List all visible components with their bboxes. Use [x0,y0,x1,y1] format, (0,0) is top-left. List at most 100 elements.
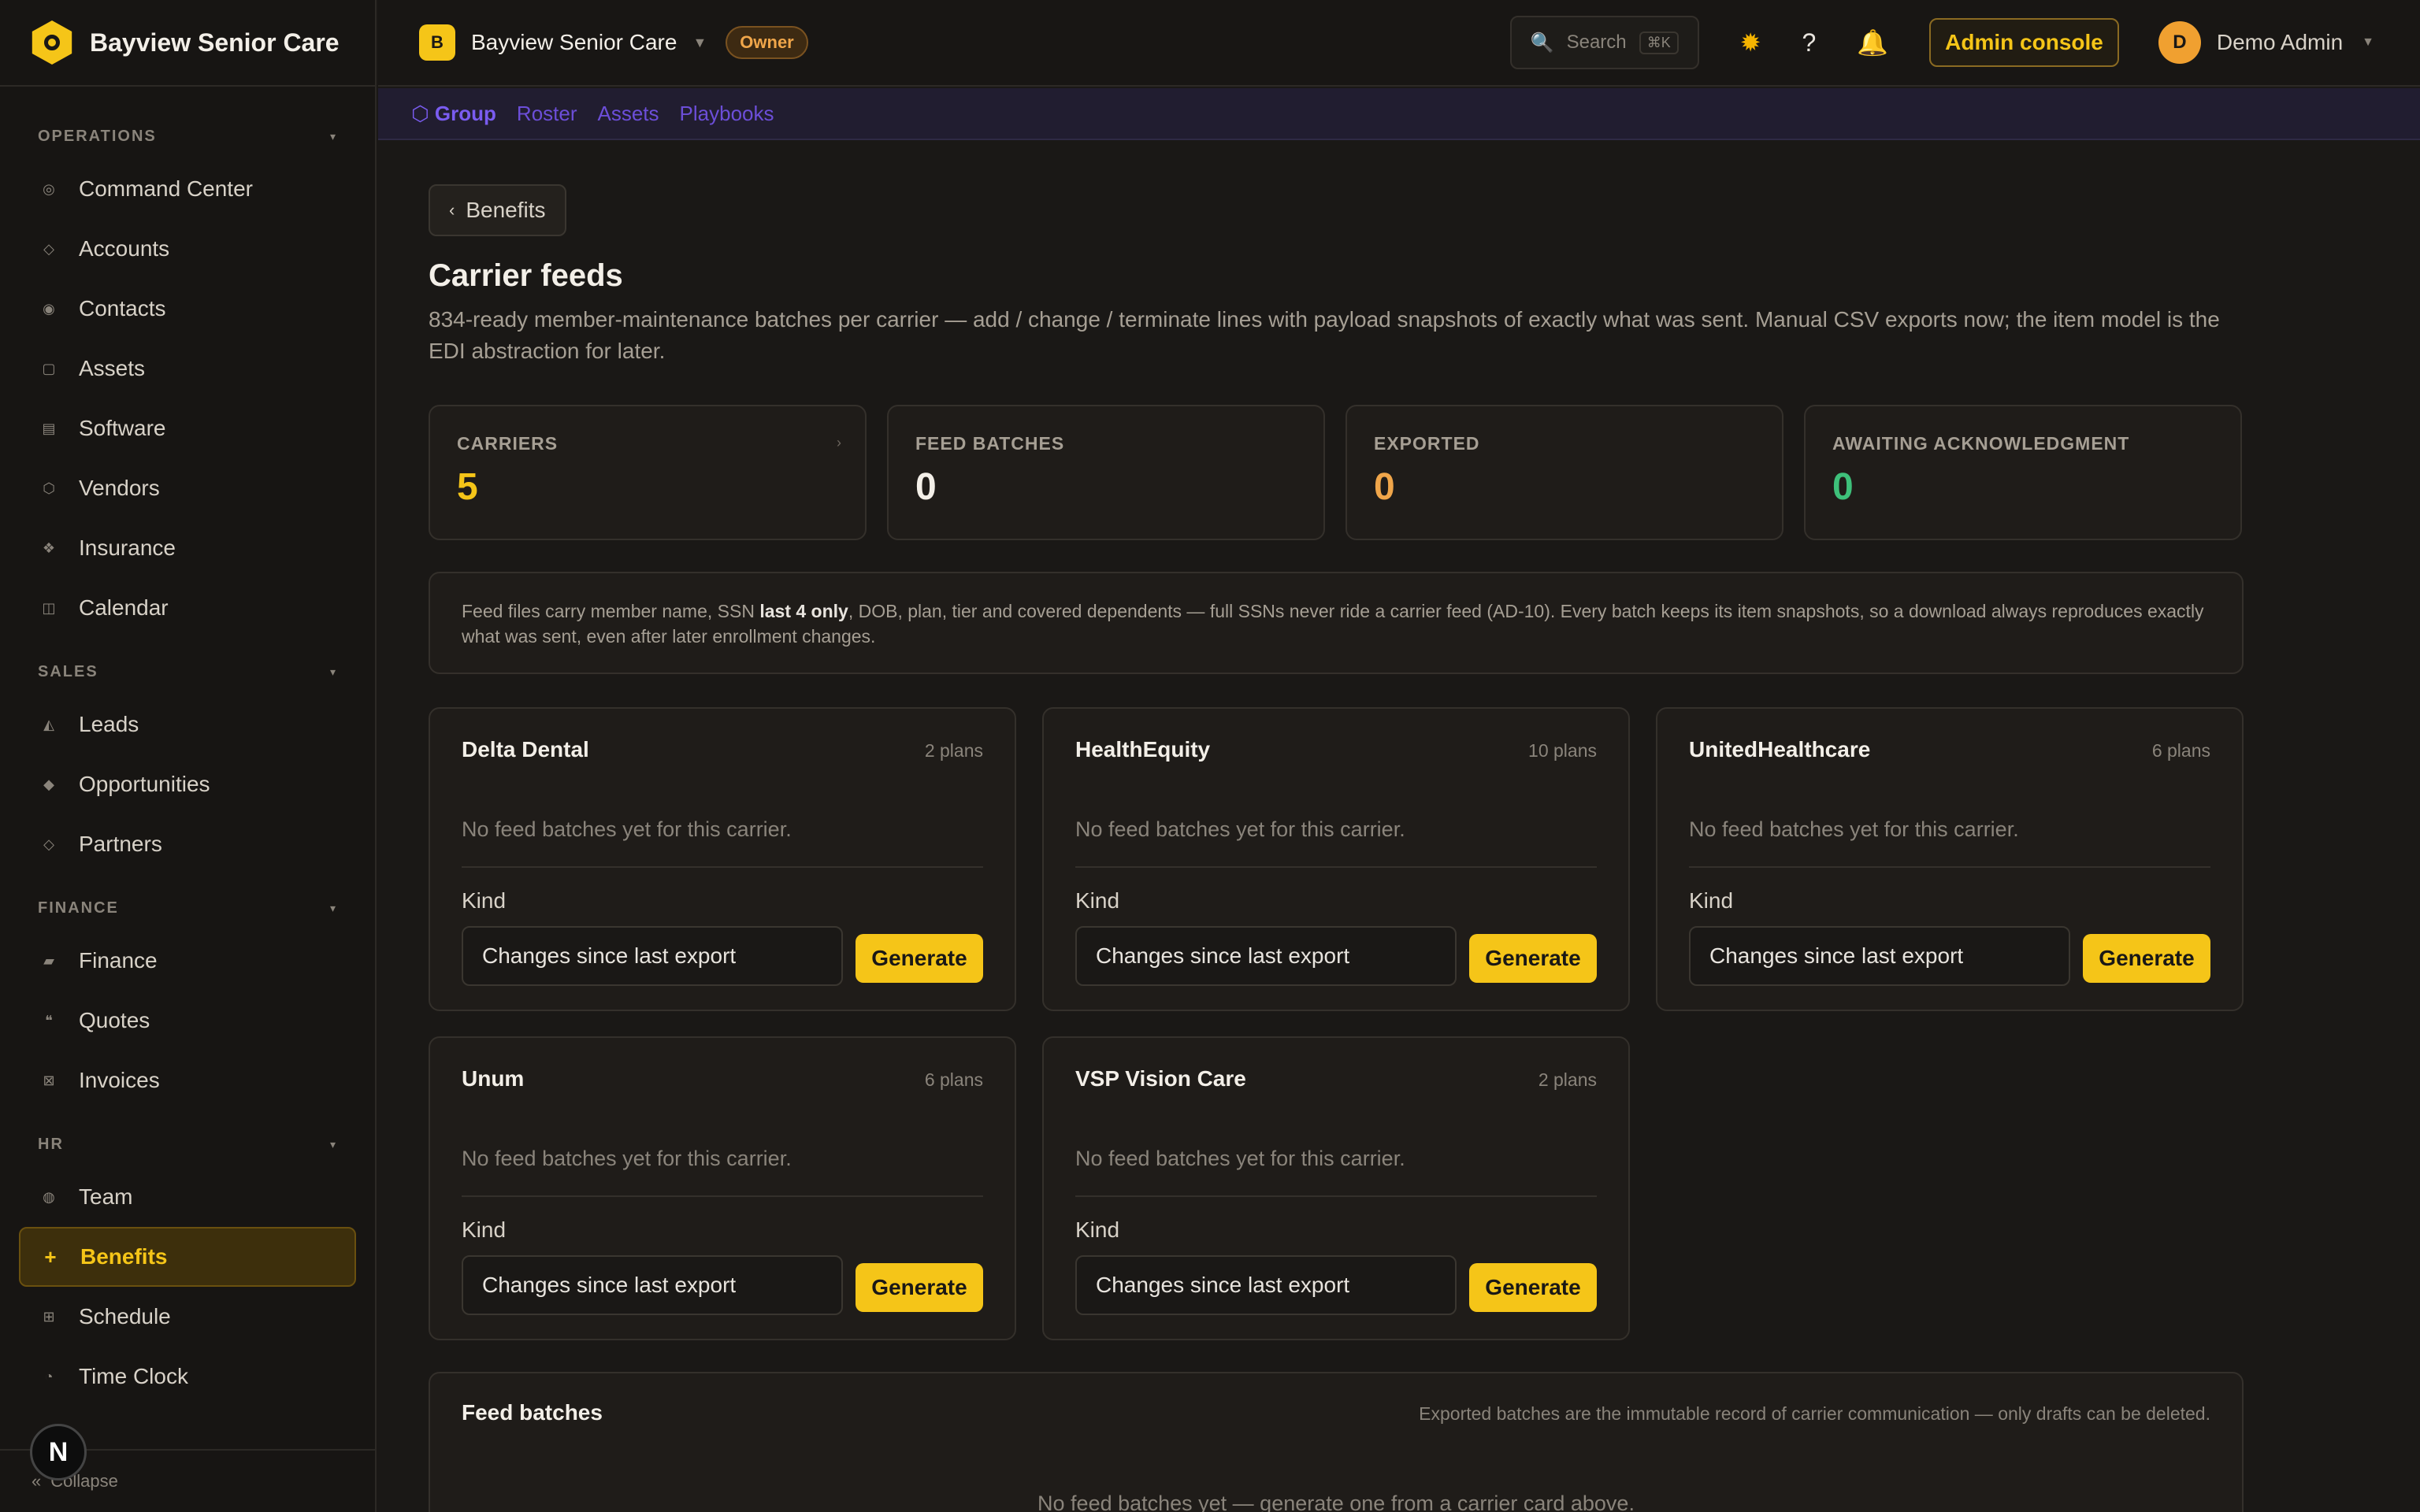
carrier-name: UnitedHealthcare [1689,737,1871,762]
sidebar-item-partners[interactable]: ◇ Partners [19,814,356,874]
stat-label: EXPORTED [1374,433,1480,454]
nav-section-hr[interactable]: HR ▾ [0,1110,375,1167]
carrier-empty-state: No feed batches yet for this carrier. [1689,817,2019,841]
sidebar-item-schedule[interactable]: ⊞ Schedule [19,1287,356,1347]
sidebar-item-insurance[interactable]: ❖ Insurance [19,518,356,578]
sidebar-item-label: Assets [79,356,146,380]
sidebar-item-team[interactable]: ◍ Team [19,1167,356,1227]
stat-card-carriers[interactable]: CARRIERS 5 › [429,405,867,540]
sidebar-item-label: Command Center [79,176,253,201]
carrier-card-healthequity: HealthEquity 10 plans No feed batches yet … [1042,707,1630,1011]
kind-select[interactable]: Changes since last export [1689,926,2070,986]
org-switcher[interactable]: Bayview Senior Care [471,30,677,55]
nav-section-operations[interactable]: OPERATIONS ▾ [0,102,375,159]
sidebar-item-label: Opportunities [79,772,210,796]
kind-label: Kind [462,888,507,913]
stat-card-feed-batches: FEED BATCHES 0 [887,405,1325,540]
search-input[interactable]: 🔍 Search ⌘K [1509,16,1699,69]
stat-value: 0 [1832,466,1854,508]
subnav-item-roster[interactable]: Roster [517,102,577,126]
sidebar-item-software[interactable]: ▤ Software [19,398,356,458]
kind-select[interactable]: Changes since last export [1075,926,1457,986]
org-badge[interactable]: B [419,24,455,61]
generate-button[interactable]: Generate [1469,934,1597,983]
carrier-card-unum: Unum 6 plans No feed batches yet for this … [429,1036,1016,1340]
feed-batches-panel: Feed batches Exported batches are the im… [429,1372,2244,1512]
sidebar-item-label: Finance [79,948,158,973]
subnav-item-assets[interactable]: Assets [598,102,659,126]
generate-button[interactable]: Generate [856,1263,983,1312]
subnav-item-group[interactable]: ⬡ Group [411,102,496,126]
generate-button[interactable]: Generate [856,934,983,983]
sidebar-item-assets[interactable]: ▢ Assets [19,339,356,398]
sidebar-item-time-clock[interactable]: ◔ Time Clock [19,1347,356,1406]
diamond-icon: ◇ [43,240,54,257]
carrier-name: HealthEquity [1075,737,1211,762]
subnav-item-playbooks[interactable]: Playbooks [680,102,774,126]
sidebar-item-quotes[interactable]: ❝ Quotes [19,991,356,1051]
sidebar-item-finance[interactable]: ▰ Finance [19,931,356,991]
caret-down-icon[interactable]: ▼ [692,35,707,51]
caret-down-icon[interactable]: ▼ [2362,35,2374,50]
admin-console-button[interactable]: Admin console [1929,18,2119,67]
back-button[interactable]: ‹ Benefits [429,184,566,236]
sidebar-item-label: Invoices [79,1068,160,1092]
kind-select[interactable]: Changes since last export [462,926,843,986]
caret-down-icon[interactable]: ▾ [330,902,337,915]
sidebar-item-vendors[interactable]: ⬡ Vendors [19,458,356,518]
sidebar-item-invoices[interactable]: ⊠ Invoices [19,1051,356,1110]
sidebar-item-opportunities[interactable]: ◆ Opportunities [19,754,356,814]
page-title: Carrier feeds [429,258,623,293]
feed-batches-hint: Exported batches are the immutable recor… [1419,1403,2210,1424]
caret-down-icon[interactable]: ▾ [330,130,337,143]
nav-section-title: HR [38,1135,64,1153]
carrier-card-delta-dental: Delta Dental 2 plans No feed batches yet f… [429,707,1016,1011]
invoice-icon: ⊠ [43,1072,55,1088]
search-placeholder: Search [1566,32,1627,53]
kind-label: Kind [1075,888,1120,913]
topbar: B Bayview Senior Care ▼ Owner 🔍 Search ⌘… [378,0,2420,87]
bell-icon[interactable]: 🔔 [1857,28,1888,57]
sidebar-item-benefits[interactable]: + Benefits [19,1227,356,1287]
grid-icon: ⊞ [43,1308,55,1325]
avatar[interactable]: D [2158,21,2201,64]
nav-section-finance[interactable]: FINANCE ▾ [0,874,375,931]
caret-down-icon[interactable]: ▾ [330,665,337,679]
carrier-empty-state: No feed batches yet for this carrier. [1075,1147,1405,1170]
n-badge[interactable]: N [30,1424,87,1480]
kind-select[interactable]: Changes since last export [462,1255,843,1315]
wallet-icon: ▰ [43,952,54,969]
carrier-empty-state: No feed batches yet for this carrier. [462,1147,792,1170]
page-description: 834-ready member-maintenance batches per… [429,307,2220,363]
clock-icon: ◔ [44,1368,54,1384]
help-icon[interactable]: ? [1802,28,1817,57]
generate-button[interactable]: Generate [1469,1263,1597,1312]
user-name[interactable]: Demo Admin [2217,30,2343,55]
sidebar-item-label: Leads [79,712,139,736]
stat-label: AWAITING ACKNOWLEDGMENT [1832,433,2130,454]
search-icon: 🔍 [1530,32,1554,54]
stats-row: CARRIERS 5 › FEED BATCHES 0 EXPORTED 0 AWAITING… [429,405,2242,540]
brand[interactable]: Bayview Senior Care [0,0,375,87]
plan-count: 10 plans [1528,740,1597,761]
plan-count: 6 plans [2151,740,2210,761]
search-shortcut: ⌘K [1639,31,1679,54]
sidebar-item-calendar[interactable]: ◫ Calendar [19,578,356,638]
kind-select[interactable]: Changes since last export [1075,1255,1457,1315]
stat-value: 0 [915,466,937,508]
caret-down-icon[interactable]: ▾ [330,1138,337,1151]
sidebar-item-label: Benefits [80,1244,168,1269]
sun-icon[interactable]: ✹ [1740,28,1761,57]
nav-section-sales[interactable]: SALES ▾ [0,638,375,695]
sidebar-item-leads[interactable]: ◭ Leads [19,695,356,754]
hexagon-logo-icon [32,20,72,65]
diamond-icon: ◇ [43,836,54,852]
triangle-icon: ◭ [43,716,54,732]
sidebar-item-command-center[interactable]: ◎ Command Center [19,159,356,219]
carrier-name: VSP Vision Care [1075,1066,1246,1091]
sidebar-item-accounts[interactable]: ◇ Accounts [19,219,356,279]
sidebar-item-contacts[interactable]: ◉ Contacts [19,279,356,339]
stat-label: FEED BATCHES [915,433,1065,454]
generate-button[interactable]: Generate [2083,934,2210,983]
notice-emphasis: last 4 only [759,601,848,621]
